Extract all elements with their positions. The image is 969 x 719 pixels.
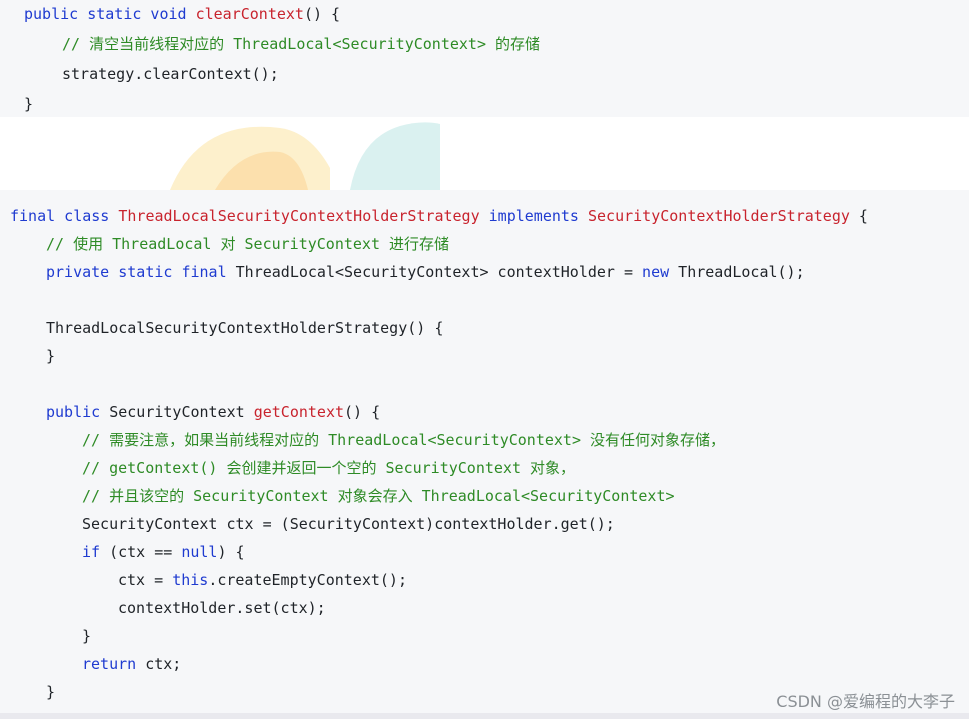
code-token: this <box>172 571 209 589</box>
code-line: return ctx; <box>82 650 181 678</box>
code-line: // 需要注意，如果当前线程对应的 ThreadLocal<SecurityCo… <box>82 426 725 454</box>
code-line: } <box>46 342 55 370</box>
code-token: // 清空当前线程对应的 ThreadLocal<SecurityContext… <box>62 35 541 53</box>
code-token: SecurityContextHolderStrategy <box>587 207 859 225</box>
bottom-divider <box>0 713 969 719</box>
code-token: contextHolder.set(ctx); <box>118 599 326 617</box>
code-token: // 需要注意，如果当前线程对应的 ThreadLocal<SecurityCo… <box>82 431 726 449</box>
code-line: if (ctx == null) { <box>82 538 245 566</box>
csdn-watermark: CSDN @爱编程的大李子 <box>776 692 955 711</box>
code-line: // getContext() 会创建并返回一个空的 SecurityConte… <box>82 454 575 482</box>
code-line: // 使用 ThreadLocal 对 SecurityContext 进行存储 <box>46 230 449 258</box>
code-token: implements <box>488 207 588 225</box>
code-token: public <box>46 403 110 421</box>
code-line: private static final ThreadLocal<Securit… <box>46 258 805 286</box>
code-token: } <box>46 347 56 365</box>
code-token: (ctx == <box>109 543 182 561</box>
code-token: ThreadLocalSecurityContextHolderStrategy <box>118 207 489 225</box>
code-line: } <box>24 90 33 118</box>
code-token: if <box>82 543 110 561</box>
code-token: getContext <box>253 403 345 421</box>
code-block-1: public static void clearContext() { // 清空… <box>0 0 969 117</box>
code-token: ThreadLocal<SecurityContext> contextHold… <box>235 263 643 281</box>
code-token: ctx = <box>118 571 173 589</box>
code-token: } <box>46 683 56 701</box>
code-token: final class <box>10 207 119 225</box>
code-token: } <box>24 95 34 113</box>
code-token: // 并且该空的 SecurityContext 对象会存入 ThreadLoc… <box>82 487 675 505</box>
code-line: SecurityContext ctx = (SecurityContext)c… <box>82 510 615 538</box>
code-line: ctx = this.createEmptyContext(); <box>118 566 407 594</box>
code-token: ) { <box>217 543 245 561</box>
code-token: // 使用 ThreadLocal 对 SecurityContext 进行存储 <box>46 235 450 253</box>
code-token: SecurityContext ctx = (SecurityContext)c… <box>82 515 615 533</box>
code-token: private static final <box>46 263 236 281</box>
code-token: { <box>858 207 868 225</box>
code-token: ThreadLocal(); <box>678 263 805 281</box>
code-token: null <box>181 543 218 561</box>
code-token: public static void <box>24 5 196 23</box>
code-token: SecurityContext <box>109 403 254 421</box>
code-token: return <box>82 655 146 673</box>
watermark-logo-graphic <box>160 108 440 190</box>
code-block-2: final class ThreadLocalSecurityContextHo… <box>0 190 969 719</box>
code-token: ThreadLocalSecurityContextHolderStrategy… <box>46 319 444 337</box>
code-token: clearContext <box>195 5 304 23</box>
code-line: // 清空当前线程对应的 ThreadLocal<SecurityContext… <box>62 30 540 58</box>
code-line: public SecurityContext getContext() { <box>46 398 380 426</box>
code-token: strategy.clearContext(); <box>62 65 279 83</box>
code-token: () { <box>344 403 381 421</box>
code-token: .createEmptyContext(); <box>208 571 407 589</box>
code-line: contextHolder.set(ctx); <box>118 594 326 622</box>
code-line: // 并且该空的 SecurityContext 对象会存入 ThreadLoc… <box>82 482 675 510</box>
code-token: } <box>82 627 92 645</box>
code-line: public static void clearContext() { <box>24 0 340 28</box>
code-line: } <box>82 622 91 650</box>
code-line: strategy.clearContext(); <box>62 60 279 88</box>
code-token: () { <box>303 5 341 23</box>
code-line: final class ThreadLocalSecurityContextHo… <box>10 202 868 230</box>
code-token: new <box>642 263 679 281</box>
code-token: ctx; <box>145 655 182 673</box>
code-line: ThreadLocalSecurityContextHolderStrategy… <box>46 314 443 342</box>
code-line: } <box>46 678 55 706</box>
code-token: // getContext() 会创建并返回一个空的 SecurityConte… <box>82 459 576 477</box>
